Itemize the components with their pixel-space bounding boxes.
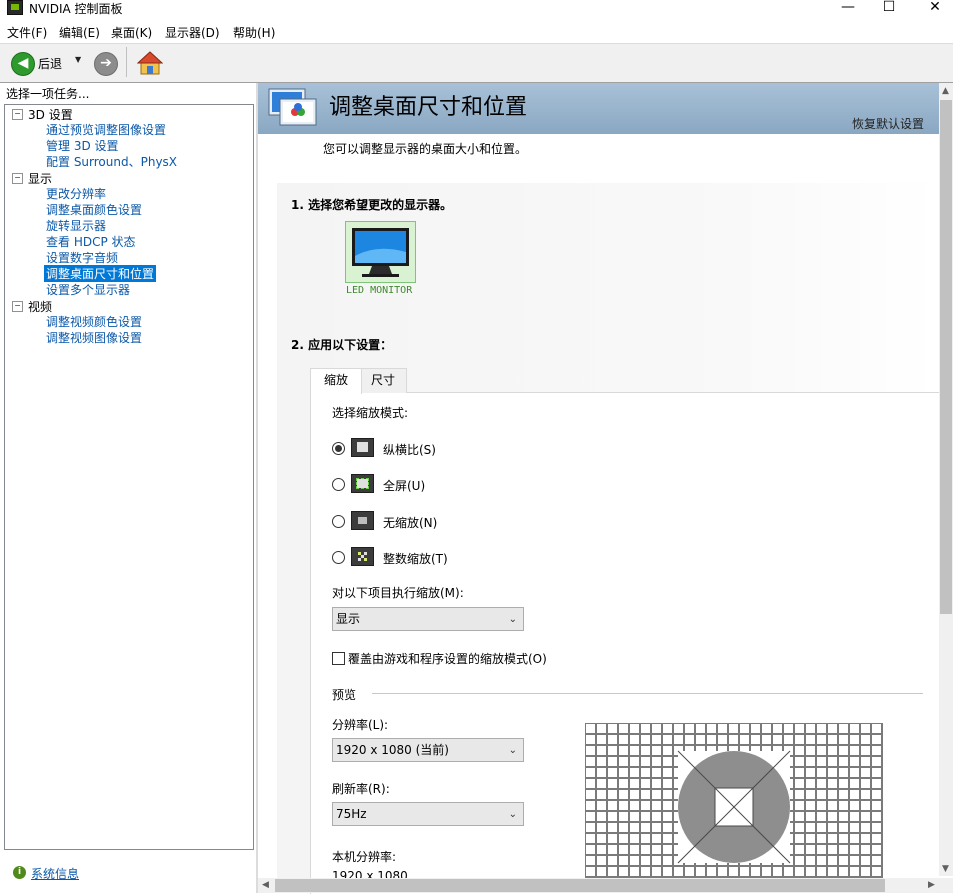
- aspect-ratio-icon: [351, 438, 374, 457]
- tree-item-desktop-size-position[interactable]: 调整桌面尺寸和位置: [44, 265, 157, 282]
- preview-label: 预览: [332, 688, 357, 702]
- resolution-label: 分辨率(L):: [332, 718, 389, 732]
- tree-item-video-image[interactable]: 调整视频图像设置: [46, 329, 142, 346]
- page-title: 调整桌面尺寸和位置: [329, 95, 528, 120]
- preview-divider: [372, 693, 923, 694]
- page-description: 您可以调整显示器的桌面大小和位置。: [323, 142, 528, 156]
- scroll-left-icon[interactable]: ◀: [262, 880, 269, 890]
- step-2-heading: 2. 应用以下设置：: [291, 338, 393, 352]
- scaling-preview-image: [585, 723, 883, 893]
- tree-item-video-color[interactable]: 调整视频颜色设置: [46, 313, 142, 330]
- tree-item-adjust-image-preview[interactable]: 通过预览调整图像设置: [46, 121, 166, 138]
- tree-item-digital-audio[interactable]: 设置数字音频: [46, 249, 118, 266]
- refresh-rate-select[interactable]: 75Hz ⌄: [332, 802, 524, 826]
- test-pattern-icon: [585, 723, 883, 893]
- tree-item-change-resolution[interactable]: 更改分辨率: [46, 185, 106, 202]
- radio-no-scaling[interactable]: [332, 515, 345, 528]
- vertical-scroll-thumb[interactable]: [940, 100, 952, 614]
- tree-item-desktop-color[interactable]: 调整桌面颜色设置: [46, 201, 142, 218]
- task-list-header: 选择一项任务...: [6, 87, 90, 101]
- refresh-rate-label: 刷新率(R):: [332, 782, 390, 796]
- back-dropdown-icon[interactable]: ▼: [75, 55, 81, 64]
- tab-size[interactable]: 尺寸: [359, 368, 407, 393]
- integer-scaling-icon: [351, 547, 374, 566]
- tree-collapse-display-icon[interactable]: −: [12, 173, 23, 184]
- menu-help[interactable]: 帮助(H): [233, 24, 275, 41]
- native-resolution-label: 本机分辨率:: [332, 850, 397, 864]
- full-screen-icon: [351, 474, 374, 493]
- full-screen-label[interactable]: 全屏(U): [383, 477, 425, 494]
- toolbar-separator: [126, 47, 127, 77]
- menu-desktop[interactable]: 桌面(K): [111, 24, 152, 41]
- restore-defaults-link[interactable]: 恢复默认设置: [852, 115, 924, 132]
- close-button[interactable]: ✕: [923, 0, 947, 16]
- system-info-link[interactable]: 系统信息: [31, 865, 79, 882]
- monitor-selector[interactable]: [345, 221, 416, 283]
- aspect-ratio-label[interactable]: 纵横比(S): [383, 441, 436, 458]
- refresh-rate-value: 75Hz: [336, 807, 367, 821]
- native-resolution-value: 1920 x 1080: [332, 869, 408, 878]
- scaling-mode-label: 选择缩放模式:: [332, 406, 409, 420]
- scroll-right-icon[interactable]: ▶: [928, 880, 935, 890]
- tree-item-rotate-display[interactable]: 旋转显示器: [46, 217, 106, 234]
- perform-scaling-label: 对以下项目执行缩放(M):: [332, 586, 464, 600]
- no-scaling-label[interactable]: 无缩放(N): [383, 514, 437, 531]
- tree-item-multiple-displays[interactable]: 设置多个显示器: [46, 281, 130, 298]
- chevron-down-icon: ⌄: [508, 614, 517, 625]
- window-title: NVIDIA 控制面板: [29, 2, 123, 16]
- scroll-down-icon[interactable]: ▼: [942, 864, 949, 874]
- step-1-heading: 1. 选择您希望更改的显示器。: [291, 198, 453, 212]
- back-arrow-icon[interactable]: ◀: [11, 52, 35, 76]
- perform-scaling-value: 显示: [336, 612, 361, 626]
- tab-scaling[interactable]: 缩放: [310, 368, 362, 394]
- monitor-label: LED MONITOR: [346, 285, 413, 296]
- back-button-label[interactable]: 后退: [38, 55, 62, 72]
- resolution-select[interactable]: 1920 x 1080 (当前) ⌄: [332, 738, 524, 762]
- override-scaling-checkbox[interactable]: [332, 652, 345, 665]
- chevron-down-icon: ⌄: [508, 809, 517, 820]
- menu-display[interactable]: 显示器(D): [165, 24, 220, 41]
- radio-aspect-ratio[interactable]: [332, 442, 345, 455]
- tree-collapse-video-icon[interactable]: −: [12, 301, 23, 312]
- menu-file[interactable]: 文件(F): [7, 24, 47, 41]
- panel-splitter[interactable]: [256, 83, 258, 893]
- radio-integer-scaling[interactable]: [332, 551, 345, 564]
- tree-item-hdcp-status[interactable]: 查看 HDCP 状态: [46, 233, 136, 250]
- horizontal-scroll-thumb[interactable]: [275, 879, 885, 892]
- chevron-down-icon: ⌄: [508, 745, 517, 756]
- tree-collapse-3d-icon[interactable]: −: [12, 109, 23, 120]
- no-scaling-icon: [351, 511, 374, 530]
- monitor-icon: [352, 228, 409, 277]
- override-scaling-label[interactable]: 覆盖由游戏和程序设置的缩放模式(O): [348, 650, 547, 667]
- display-settings-icon: [268, 88, 317, 126]
- radio-full-screen[interactable]: [332, 478, 345, 491]
- perform-scaling-select[interactable]: 显示 ⌄: [332, 607, 524, 631]
- tree-item-surround-physx[interactable]: 配置 Surround、PhysX: [46, 153, 177, 170]
- system-info-icon[interactable]: i: [13, 866, 26, 879]
- menu-edit[interactable]: 编辑(E): [59, 24, 100, 41]
- maximize-button[interactable]: ☐: [877, 0, 901, 16]
- integer-scaling-label[interactable]: 整数缩放(T): [383, 550, 448, 567]
- nvidia-logo-icon: [7, 0, 23, 15]
- minimize-button[interactable]: —: [836, 0, 860, 16]
- home-icon[interactable]: [137, 50, 163, 76]
- tree-item-manage-3d[interactable]: 管理 3D 设置: [46, 137, 119, 154]
- resolution-value: 1920 x 1080 (当前): [336, 743, 449, 757]
- scroll-up-icon[interactable]: ▲: [942, 86, 949, 96]
- title-bar: [0, 0, 953, 20]
- forward-arrow-icon[interactable]: ➔: [94, 52, 118, 76]
